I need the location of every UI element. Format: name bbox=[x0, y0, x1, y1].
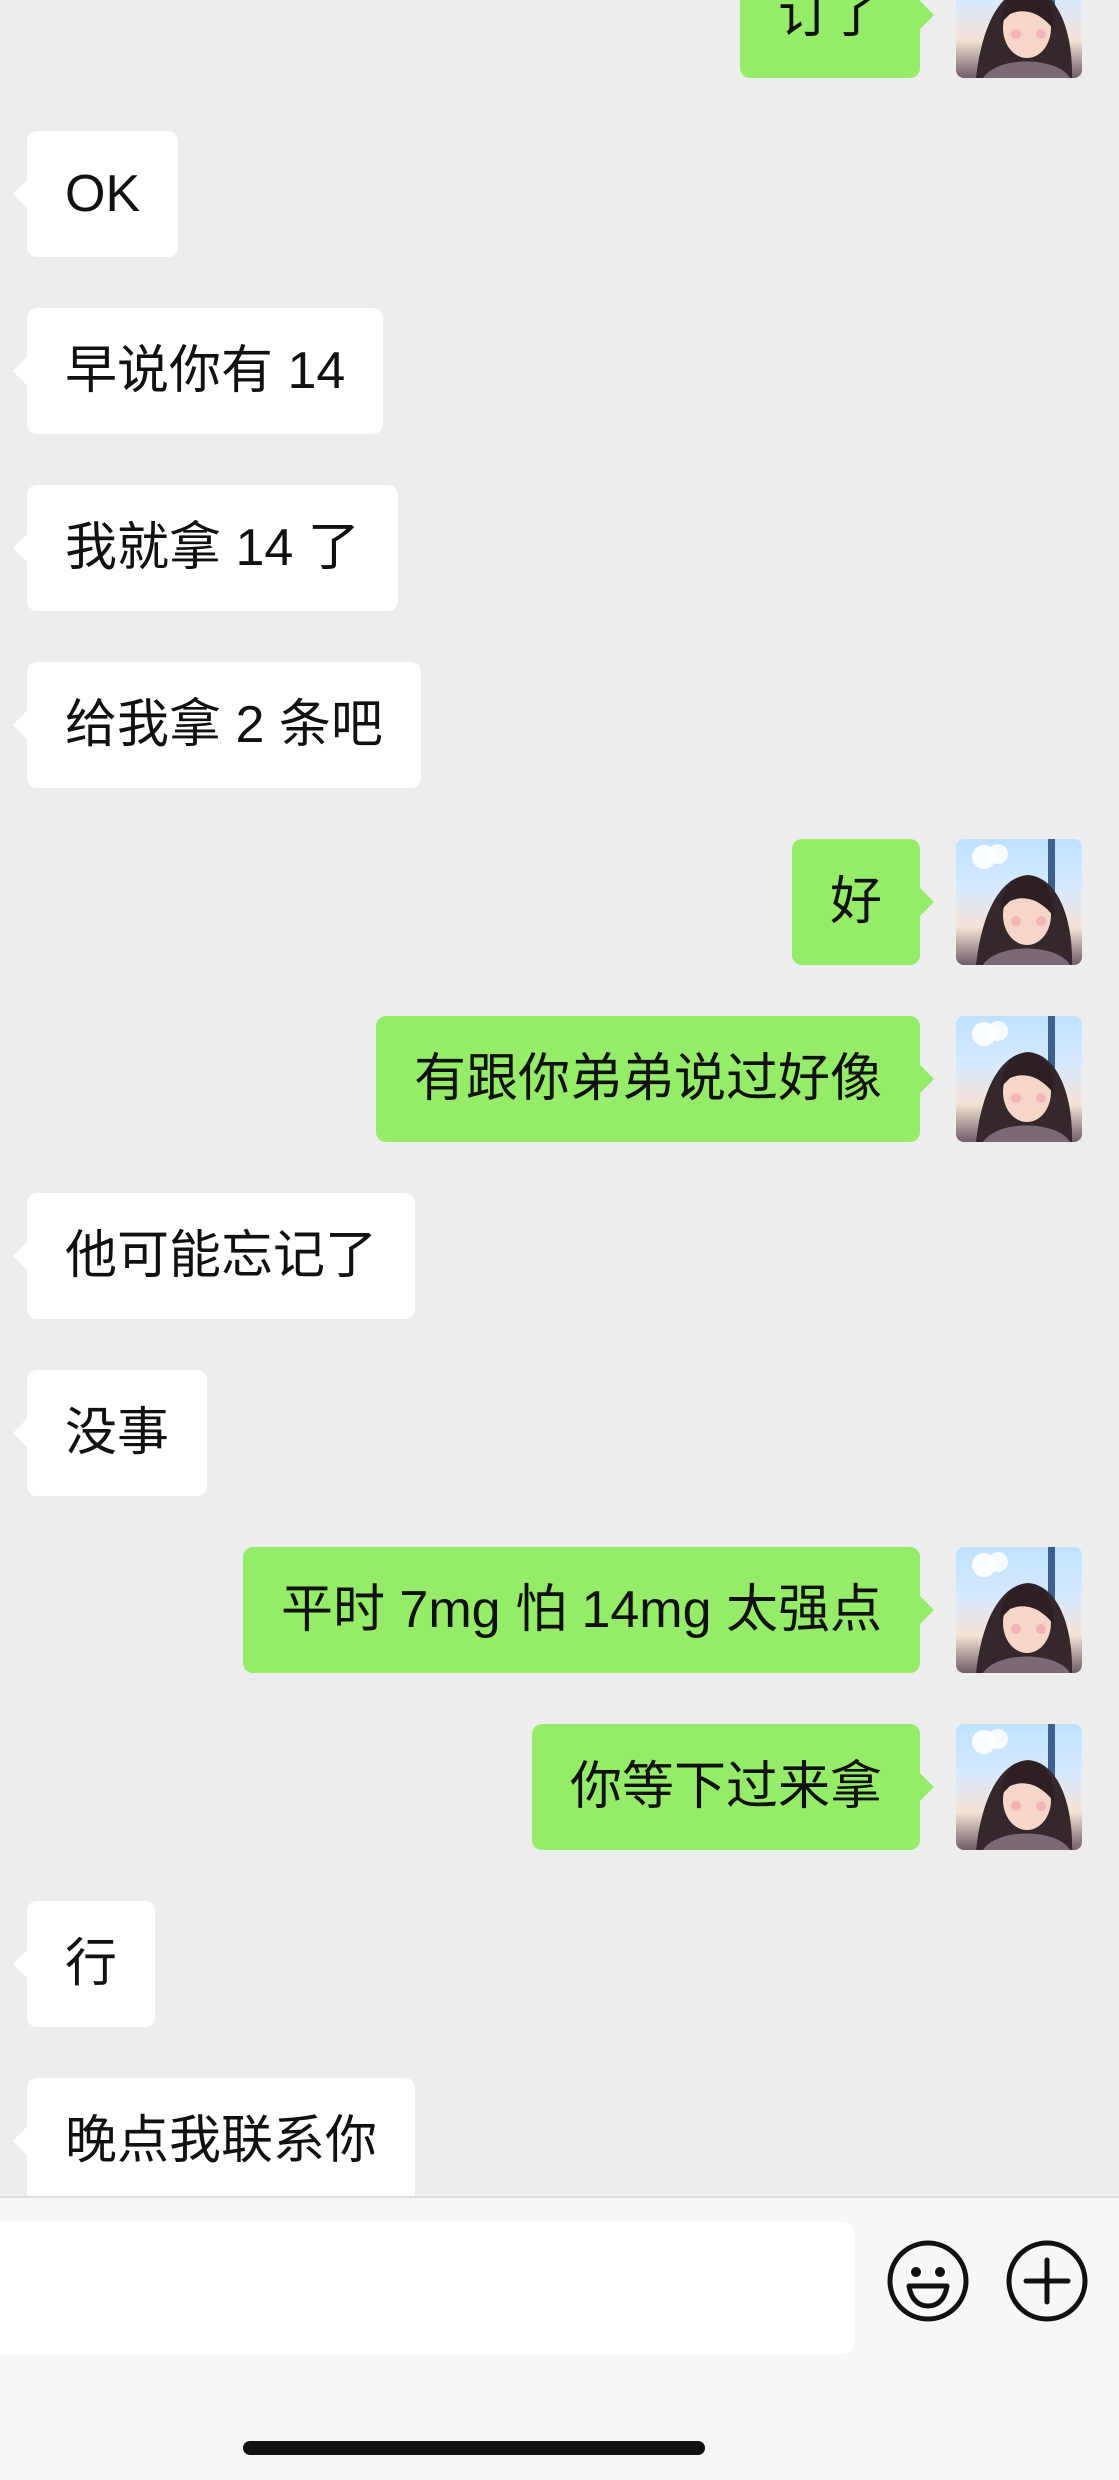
user-avatar[interactable] bbox=[956, 839, 1082, 965]
incoming-message-bubble[interactable]: 我就拿 14 了 bbox=[13, 485, 398, 611]
message-row: 有跟你弟弟说过好像 bbox=[0, 1016, 1119, 1142]
incoming-message-bubble[interactable]: 行 bbox=[12, 1901, 156, 2027]
message-row: 我就拿 14 了 bbox=[0, 485, 1119, 611]
user-avatar[interactable] bbox=[956, 0, 1082, 78]
home-indicator[interactable] bbox=[243, 2441, 705, 2455]
emoji-icon[interactable] bbox=[885, 2238, 971, 2324]
message-row: 你等下过来拿 bbox=[0, 1724, 1119, 1850]
message-row: OK bbox=[0, 131, 1119, 257]
incoming-message-bubble[interactable]: 晚点我联系你 bbox=[12, 2078, 416, 2196]
incoming-message-bubble[interactable]: 没事 bbox=[12, 1370, 208, 1496]
message-row: 行 bbox=[0, 1901, 1119, 2027]
message-row: 好 bbox=[0, 839, 1119, 965]
chat-area: 订了 OK 早说你有 14 我就拿 14 了 给我拿 2 条吧 好 有跟你弟弟说… bbox=[0, 0, 1119, 2196]
message-row: 订了 bbox=[0, 0, 1119, 78]
message-row: 平时 7mg 怕 14mg 太强点 bbox=[0, 1547, 1119, 1673]
message-row: 他可能忘记了 bbox=[0, 1193, 1119, 1319]
message-input-bar bbox=[0, 2196, 1119, 2480]
outgoing-message-bubble[interactable]: 订了 bbox=[739, 0, 935, 78]
user-avatar[interactable] bbox=[956, 1724, 1082, 1850]
incoming-message-bubble[interactable]: 他可能忘记了 bbox=[12, 1193, 416, 1319]
message-row: 早说你有 14 bbox=[0, 308, 1119, 434]
incoming-message-bubble[interactable]: 给我拿 2 条吧 bbox=[13, 662, 421, 788]
message-input[interactable] bbox=[0, 2222, 855, 2354]
plus-icon[interactable] bbox=[1004, 2238, 1090, 2324]
outgoing-message-bubble[interactable]: 好 bbox=[791, 839, 935, 965]
user-avatar[interactable] bbox=[956, 1547, 1082, 1673]
outgoing-message-bubble[interactable]: 平时 7mg 怕 14mg 太强点 bbox=[242, 1547, 935, 1673]
message-row: 没事 bbox=[0, 1370, 1119, 1496]
outgoing-message-bubble[interactable]: 有跟你弟弟说过好像 bbox=[375, 1016, 935, 1142]
message-row: 晚点我联系你 bbox=[0, 2078, 1119, 2196]
incoming-message-bubble[interactable]: OK bbox=[12, 131, 179, 257]
incoming-message-bubble[interactable]: 早说你有 14 bbox=[12, 308, 384, 434]
outgoing-message-bubble[interactable]: 你等下过来拿 bbox=[531, 1724, 935, 1850]
message-row: 给我拿 2 条吧 bbox=[0, 662, 1119, 788]
user-avatar[interactable] bbox=[956, 1016, 1082, 1142]
